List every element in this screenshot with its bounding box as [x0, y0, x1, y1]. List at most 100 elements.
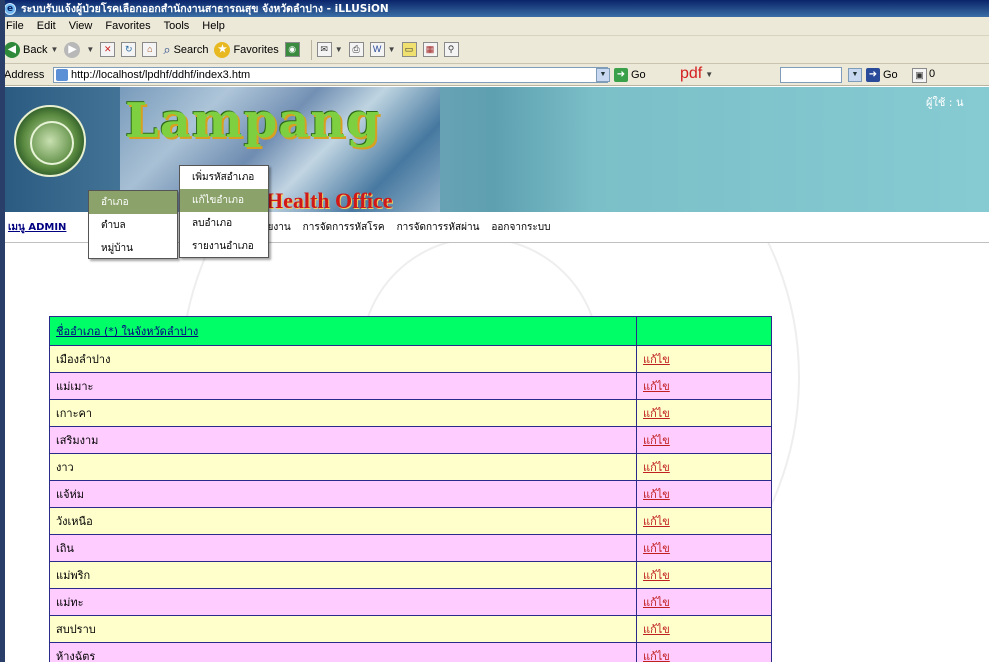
home-icon: ⌂ [142, 42, 158, 57]
print-button[interactable]: ⎙ [348, 42, 364, 57]
chevron-down-icon: ▼ [334, 45, 343, 54]
edit-district-link[interactable]: แก้ไข [636, 345, 772, 373]
menu-item-subdistrict[interactable]: ตำบล [89, 214, 177, 237]
menu-help[interactable]: Help [202, 20, 225, 32]
menu-favorites[interactable]: Favorites [105, 20, 150, 32]
district-name-cell: เถิน [49, 534, 637, 562]
back-label: Back [23, 43, 48, 56]
page-viewport: Lampang Health Office ผู้ใช้ : น เมนู AD… [0, 87, 989, 662]
menu-item-village[interactable]: หมู่บ้าน [89, 237, 177, 260]
district-name-cell: แจ้ห่ม [49, 480, 637, 508]
district-table: ชื่ออำเภอ (*) ในจังหวัดลำปาง เมืองลำปางแ… [49, 316, 772, 662]
chevron-down-icon: ▼ [705, 69, 714, 79]
district-table-wrapper: ชื่ออำเภอ (*) ในจังหวัดลำปาง เมืองลำปางแ… [49, 316, 772, 662]
edit-district-link[interactable]: แก้ไข [636, 426, 772, 454]
edit-district-link[interactable]: แก้ไข [636, 561, 772, 589]
table-row: เถิน แก้ไข [49, 534, 772, 562]
edit-district-link[interactable]: แก้ไข [636, 453, 772, 481]
extension-icon[interactable]: ▣ [912, 68, 927, 83]
nav-item-disease-codes[interactable]: การจัดการรหัสโรค [303, 220, 385, 235]
menu-edit[interactable]: Edit [37, 20, 56, 32]
district-name-cell: สบปราบ [49, 615, 637, 643]
submenu-edit-district[interactable]: แก้ไขอำเภอ [180, 189, 268, 212]
refresh-icon: ↻ [121, 42, 137, 57]
mail-button[interactable]: ✉ ▼ [316, 42, 343, 57]
pdf-button[interactable]: pdf ▼ [680, 65, 713, 83]
submenu-add-district[interactable]: เพิ่มรหัสอำเภอ [180, 166, 268, 189]
address-bar: Address http://localhost/lpdhf/ddhf/inde… [0, 64, 989, 86]
district-name-cell: แม่พริก [49, 561, 637, 589]
research-button[interactable]: ⚲ [443, 42, 459, 57]
edit-district-link[interactable]: แก้ไข [636, 615, 772, 643]
stop-button[interactable]: ✕ [100, 42, 116, 57]
toolbar-separator [310, 39, 312, 60]
district-header-link[interactable]: ชื่ออำเภอ (*) ในจังหวัดลำปาง [56, 325, 198, 338]
toolbar: ◀ Back ▼ ▶ ▼ ✕ ↻ ⌂ ⌕ Search ★ Favorites … [0, 36, 989, 64]
favorites-button[interactable]: ★ Favorites [214, 41, 279, 58]
chevron-down-icon: ▼ [86, 45, 95, 54]
edit-district-link[interactable]: แก้ไข [636, 372, 772, 400]
district-name-cell: แม่ทะ [49, 588, 637, 616]
edit-district-link[interactable]: แก้ไข [636, 642, 772, 662]
district-name-cell: เกาะคา [49, 399, 637, 427]
window-title: ระบบรับแจ้งผู้ป่วยโรคเลือกออกสำนักงานสาธ… [21, 3, 389, 15]
district-name-cell: เสริมงาม [49, 426, 637, 454]
table-row: แจ้ห่ม แก้ไข [49, 480, 772, 508]
chevron-down-icon: ▼ [387, 45, 396, 54]
submenu-delete-district[interactable]: ลบอำเภอ [180, 212, 268, 235]
edit-district-link[interactable]: แก้ไข [636, 480, 772, 508]
edit-district-link[interactable]: แก้ไข [636, 534, 772, 562]
district-name-cell: เมืองลำปาง [49, 345, 637, 373]
media-icon: ◉ [284, 42, 300, 57]
district-name-cell: งาว [49, 453, 637, 481]
secondary-search-field[interactable] [780, 67, 842, 83]
user-label: ผู้ใช้ : น [926, 96, 964, 109]
table-header-row: ชื่ออำเภอ (*) ในจังหวัดลำปาง [49, 316, 772, 346]
menu-file[interactable]: File [6, 20, 24, 32]
favorites-label: Favorites [233, 43, 279, 56]
go-arrow-icon: ➜ [866, 68, 880, 82]
district-name-cell: วังเหนือ [49, 507, 637, 535]
table-row: สบปราบ แก้ไข [49, 615, 772, 643]
forward-button[interactable]: ▶ ▼ [64, 41, 95, 58]
back-arrow-icon: ◀ [4, 41, 20, 58]
back-button[interactable]: ◀ Back ▼ [4, 41, 58, 58]
search-label: Search [173, 43, 209, 56]
search-button[interactable]: ⌕ Search [163, 42, 208, 58]
secondary-dropdown-button[interactable]: ▼ [848, 68, 862, 82]
edit-district-link[interactable]: แก้ไข [636, 507, 772, 535]
address-label: Address [4, 68, 45, 81]
address-input[interactable]: http://localhost/lpdhf/ddhf/index3.htm [53, 67, 608, 83]
messenger-button[interactable]: ▦ [422, 42, 438, 57]
secondary-go-button[interactable]: ➜ Go [866, 68, 898, 82]
menu-item-district[interactable]: อำเภอ [89, 191, 177, 214]
admin-dropdown-menu: อำเภอ ตำบล หมู่บ้าน [88, 190, 178, 259]
go-button[interactable]: ➜ Go [614, 68, 646, 82]
nav-item-logout[interactable]: ออกจากระบบ [491, 220, 550, 235]
menu-tools[interactable]: Tools [164, 20, 190, 32]
action-column-header [636, 316, 772, 346]
submenu-district-report[interactable]: รายงานอำเภอ [180, 235, 268, 258]
word-icon: W [369, 42, 385, 57]
stop-icon: ✕ [100, 42, 116, 57]
nav-admin-menu[interactable]: เมนู ADMIN [8, 220, 66, 235]
table-row: เมืองลำปาง แก้ไข [49, 345, 772, 373]
refresh-button[interactable]: ↻ [121, 42, 137, 57]
print-icon: ⎙ [348, 42, 364, 57]
menu-view[interactable]: View [69, 20, 93, 32]
edit-district-link[interactable]: แก้ไข [636, 588, 772, 616]
search-icon: ⌕ [163, 41, 171, 57]
home-button[interactable]: ⌂ [142, 42, 158, 57]
discuss-button[interactable]: ▭ [401, 42, 417, 57]
edit-district-link[interactable]: แก้ไข [636, 399, 772, 427]
district-name-column-header[interactable]: ชื่ออำเภอ (*) ในจังหวัดลำปาง [49, 316, 637, 346]
ie-icon: e [4, 2, 16, 15]
nav-item-passwords[interactable]: การจัดการรหัสผ่าน [397, 220, 480, 235]
address-dropdown-button[interactable]: ▼ [596, 68, 610, 82]
table-row: เสริมงาม แก้ไข [49, 426, 772, 454]
table-row: แม่เมาะ แก้ไข [49, 372, 772, 400]
edit-word-button[interactable]: W ▼ [369, 42, 396, 57]
media-button[interactable]: ◉ [284, 42, 300, 57]
page-icon [56, 69, 68, 81]
window-title-bar: e ระบบรับแจ้งผู้ป่วยโรคเลือกออกสำนักงานส… [0, 0, 989, 17]
